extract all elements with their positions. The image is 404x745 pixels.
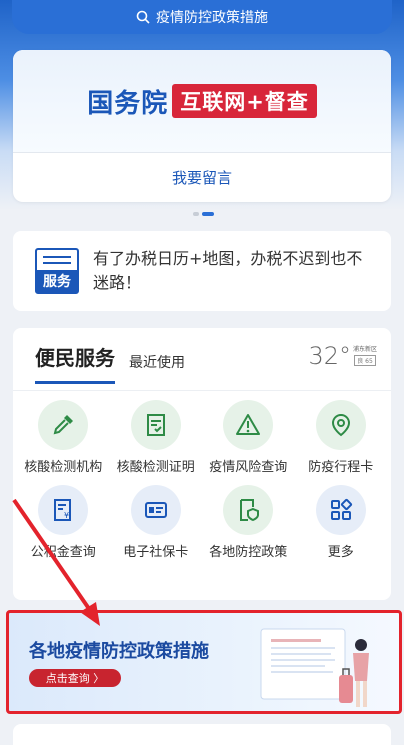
dropper-icon [53, 415, 74, 435]
service-label: 核酸检测证明 [116, 460, 195, 475]
id-card-icon [144, 502, 167, 518]
tab-divider [13, 390, 391, 391]
search-bar[interactable]: 疫情防控政策措施 [12, 0, 392, 34]
shield-doc-icon [240, 499, 260, 522]
search-label: 疫情防控政策措施 [156, 10, 268, 26]
fund-doc-icon: ¥ [54, 499, 72, 521]
service-travel-card[interactable]: 防疫行程卡 [295, 400, 387, 475]
service-label: 电子社保卡 [123, 545, 189, 560]
banner-org-name: 国务院 [87, 88, 169, 119]
grid-icon [330, 498, 352, 520]
weather-aqi: 良 65 [354, 355, 376, 366]
service-provident-fund[interactable]: ¥ 公积金查询 [17, 485, 109, 560]
location-pin-icon [331, 413, 350, 437]
service-label: 各地防控政策 [209, 545, 288, 560]
service-icon-label: 服务 [37, 270, 77, 292]
svg-text:¥: ¥ [64, 511, 69, 520]
service-risk-query[interactable]: 疫情风险查询 [202, 400, 294, 475]
traveler-illustration [260, 628, 369, 707]
weather-district: 浦东新区 [352, 346, 377, 353]
service-label: 防疫行程卡 [308, 460, 374, 475]
policy-promo-banner[interactable]: 各地疫情防控政策措施 点击查询 〉 [6, 610, 402, 714]
service-label: 疫情风险查询 [209, 460, 288, 475]
service-label: 更多 [327, 545, 354, 560]
notice-card[interactable]: 服务 有了办税日历+地图，办税不迟到也不迷路！ [13, 231, 391, 311]
next-card [13, 724, 391, 745]
service-more[interactable]: 更多 [295, 485, 387, 560]
banner-card[interactable]: 国务院 互联网+督查 我要留言 [13, 50, 391, 202]
certificate-icon [146, 414, 165, 436]
tab-convenience-services[interactable]: 便民服务 [35, 342, 115, 384]
weather-widget[interactable]: 32° 浦东新区 良 65 [308, 342, 377, 370]
promo-title: 各地疫情防控政策措施 [29, 641, 209, 662]
carousel-indicator [193, 212, 214, 216]
convenience-services-card: 便民服务 最近使用 32° 浦东新区 良 65 核酸检测机构 核酸检测证明 疫情… [13, 328, 391, 600]
service-local-policies[interactable]: 各地防控政策 [202, 485, 294, 560]
warning-icon [236, 414, 261, 435]
carousel-dot [193, 212, 199, 216]
search-icon [136, 10, 150, 24]
banner-tag: 互联网+督查 [172, 84, 317, 118]
banner-image[interactable]: 国务院 互联网+督查 [13, 50, 391, 152]
service-label: 核酸检测机构 [24, 460, 103, 475]
service-social-security-card[interactable]: 电子社保卡 [110, 485, 202, 560]
weather-temperature: 32° [308, 342, 351, 370]
leave-message-link[interactable]: 我要留言 [13, 153, 391, 202]
carousel-dot-active [202, 212, 214, 216]
service-notice-icon: 服务 [35, 248, 79, 294]
promo-query-button[interactable]: 点击查询 〉 [29, 669, 121, 687]
service-grid: 核酸检测机构 核酸检测证明 疫情风险查询 防疫行程卡 ¥ 公积金查询 电子社保卡… [13, 400, 391, 570]
tab-recently-used[interactable]: 最近使用 [129, 352, 185, 384]
service-nucleic-test-proof[interactable]: 核酸检测证明 [110, 400, 202, 475]
service-label: 公积金查询 [30, 545, 96, 560]
service-nucleic-test-sites[interactable]: 核酸检测机构 [17, 400, 109, 475]
notice-text: 有了办税日历+地图，办税不迟到也不迷路！ [93, 249, 363, 292]
